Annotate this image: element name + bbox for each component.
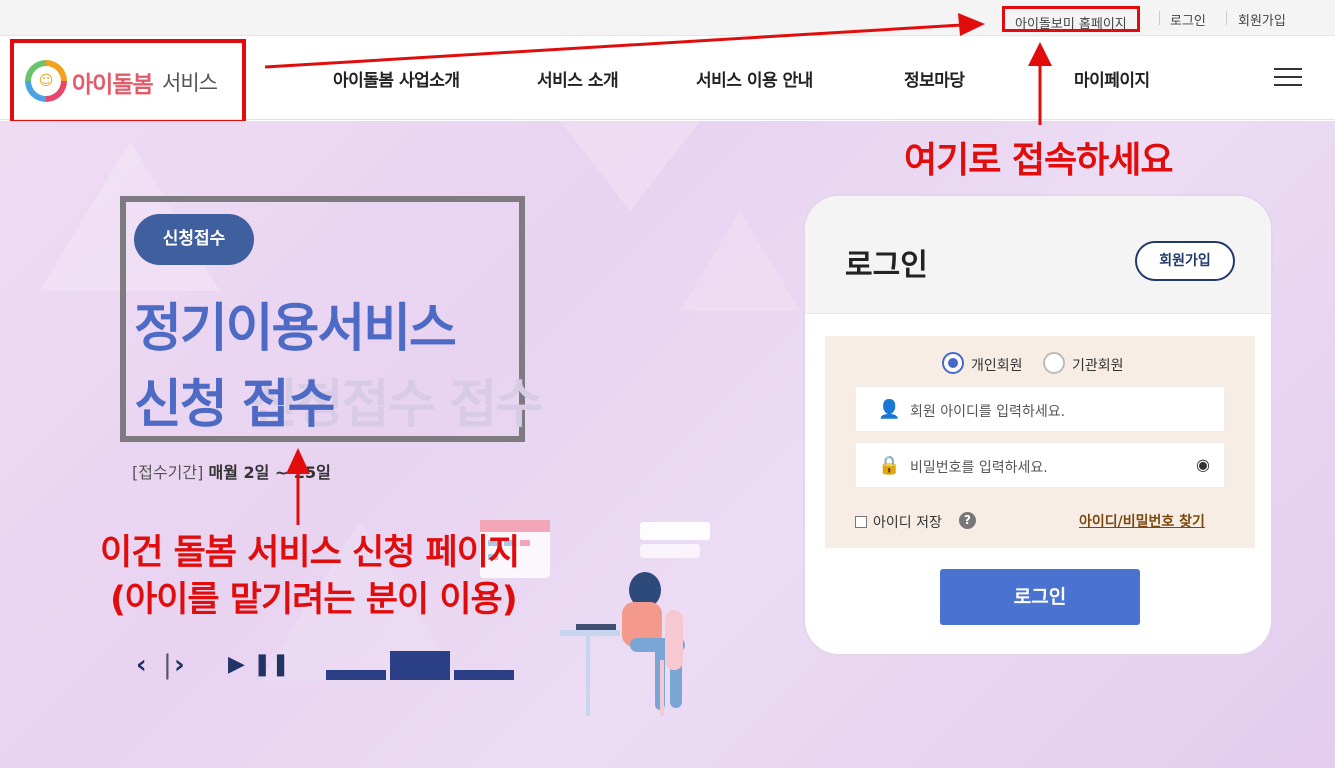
hero-title-line1: 정기이용서비스 <box>134 299 457 359</box>
save-id-checkbox[interactable] <box>855 516 867 528</box>
header: ☺ 아이돌봄 서비스 아이돌봄 사업소개 서비스 소개 서비스 이용 안내 정보… <box>0 36 1335 124</box>
status-badge: 신청접수 <box>134 214 254 265</box>
annotation-bottom-line2: (아이를 맡기려는 분이 이용) <box>110 580 518 620</box>
login-title: 로그인 <box>845 248 928 283</box>
help-icon[interactable]: ? <box>959 512 976 529</box>
logo-text-main: 아이돌봄 <box>72 72 154 98</box>
menu-icon[interactable] <box>1274 68 1302 88</box>
nav-item-about[interactable]: 아이돌봄 사업소개 <box>333 66 460 91</box>
logo[interactable]: ☺ 아이돌봄 서비스 <box>10 39 246 124</box>
application-period: [접수기간] 매월 2일 ~ 25일 <box>132 459 331 483</box>
id-input[interactable]: 👤 회원 아이디를 입력하세요. <box>855 386 1225 432</box>
org-member-radio[interactable] <box>1043 352 1065 374</box>
smile-icon: ☺ <box>38 73 54 89</box>
utility-bar: 아이돌보미 홈페이지 로그인 회원가입 <box>0 0 1335 36</box>
divider: | <box>163 650 172 680</box>
login-card-header: 로그인 회원가입 <box>805 196 1271 314</box>
nav-item-service[interactable]: 서비스 소개 <box>537 66 619 91</box>
annotation-top: 여기로 접속하세요 <box>904 140 1173 181</box>
pause-icon[interactable]: ❚❚ <box>253 652 290 677</box>
nav-item-guide[interactable]: 서비스 이용 안내 <box>696 66 813 91</box>
util-join-link[interactable]: 회원가입 <box>1238 10 1286 29</box>
slide-indicator[interactable] <box>326 670 386 680</box>
user-icon: 👤 <box>878 399 901 420</box>
divider <box>1226 11 1227 25</box>
password-input[interactable]: 🔒 비밀번호를 입력하세요. ◉ <box>855 442 1225 488</box>
login-button[interactable]: 로그인 <box>940 569 1140 625</box>
personal-member-radio[interactable] <box>942 352 964 374</box>
slide-indicator[interactable] <box>454 670 514 680</box>
nav-item-mypage[interactable]: 마이페이지 <box>1074 66 1150 91</box>
login-form: 개인회원 기관회원 👤 회원 아이디를 입력하세요. 🔒 비밀번호를 입력하세요… <box>825 336 1255 548</box>
next-icon[interactable]: › <box>174 650 185 680</box>
save-id-label: 아이디 저장 <box>873 515 942 531</box>
slide-indicator-active[interactable] <box>390 651 450 680</box>
find-account-link[interactable]: 아이디/비밀번호 찾기 <box>1079 511 1205 531</box>
password-placeholder: 비밀번호를 입력하세요. <box>910 460 1048 476</box>
join-button[interactable]: 회원가입 <box>1135 241 1235 281</box>
divider <box>1159 11 1160 25</box>
hero-title-line2: 신청 접수 <box>134 375 335 435</box>
id-placeholder: 회원 아이디를 입력하세요. <box>910 404 1066 420</box>
period-label: [접수기간] <box>132 463 204 482</box>
eye-off-icon[interactable]: ◉ <box>1196 455 1210 474</box>
period-value: 매월 2일 ~ 25일 <box>208 463 331 482</box>
util-login-link[interactable]: 로그인 <box>1170 10 1206 29</box>
nav-item-info[interactable]: 정보마당 <box>904 66 965 91</box>
prev-icon[interactable]: ‹ <box>136 650 147 680</box>
play-icon[interactable]: ▶ <box>228 652 245 677</box>
login-card: 로그인 회원가입 개인회원 기관회원 👤 회원 아이디를 입력하세요. 🔒 비밀… <box>803 194 1273 656</box>
org-member-label: 기관회원 <box>1072 358 1124 374</box>
annotation-bottom-line1: 이건 돌봄 서비스 신청 페이지 <box>100 533 520 573</box>
logo-text-sub: 서비스 <box>162 71 218 95</box>
lock-icon: 🔒 <box>878 455 901 476</box>
personal-member-label: 개인회원 <box>971 358 1023 374</box>
caregiver-home-link[interactable]: 아이돌보미 홈페이지 <box>1002 6 1140 32</box>
